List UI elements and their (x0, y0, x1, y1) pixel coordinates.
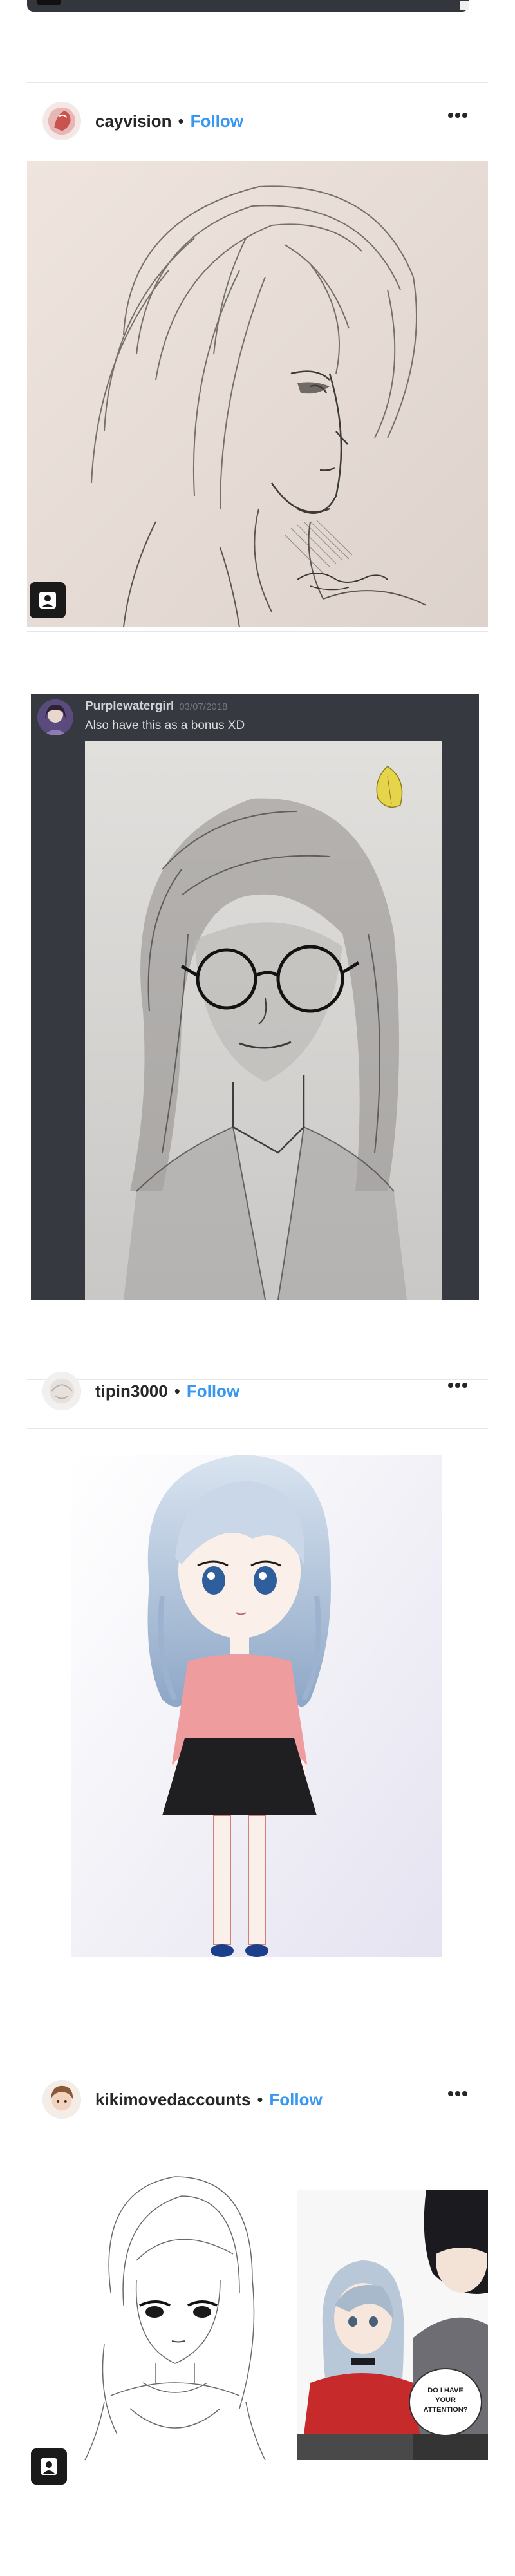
separator-dot: • (257, 2089, 263, 2109)
avatar[interactable] (42, 102, 81, 140)
user-tag-icon[interactable] (30, 582, 66, 618)
embedded-drawing (85, 741, 442, 1300)
user-tag-icon[interactable] (31, 2448, 67, 2485)
post-header: kikimovedaccounts • Follow (42, 2080, 467, 2119)
chat-message: Also have this as a bonus XD (85, 719, 245, 732)
more-options-icon[interactable] (448, 1383, 467, 1389)
follow-button[interactable]: Follow (191, 111, 243, 131)
chat-header: Purplewatergirl 03/07/2018 (85, 699, 227, 714)
previous-post-tag-icon (37, 0, 61, 5)
separator-dot: • (174, 1381, 180, 1401)
post-header: tipin3000 • Follow (42, 1372, 467, 1418)
avatar[interactable] (42, 2080, 81, 2119)
chat-avatar (37, 699, 73, 735)
speech-bubble-line-3: ATTENTION? (424, 2406, 468, 2414)
username[interactable]: tipin3000 (95, 1381, 168, 1401)
more-options-icon[interactable] (448, 113, 467, 119)
chat-author: Purplewatergirl (85, 699, 174, 713)
follow-button[interactable]: Follow (187, 1381, 239, 1401)
avatar[interactable] (42, 1372, 81, 1410)
post-header: cayvision • Follow (42, 102, 467, 140)
speech-bubble-line-2: YOUR (435, 2396, 456, 2404)
post-divider (27, 82, 488, 83)
previous-post-image-edge (27, 0, 469, 12)
chat-date: 03/07/2018 (179, 701, 228, 712)
username[interactable]: cayvision (95, 111, 172, 131)
post-image-anime-girl[interactable] (27, 1429, 488, 1996)
separator-dot: • (178, 111, 184, 131)
follow-button[interactable]: Follow (269, 2090, 322, 2110)
carousel-image-comic[interactable]: DO I HAVE YOUR ATTENTION? (297, 2190, 488, 2460)
chat-screenshot-image[interactable]: Purplewatergirl 03/07/2018 Also have this… (31, 694, 479, 1300)
speech-bubble-line-1: DO I HAVE (427, 2387, 463, 2394)
previous-post-corner (460, 1, 469, 10)
post-divider (27, 631, 488, 632)
username[interactable]: kikimovedaccounts (95, 2090, 250, 2110)
carousel-image-sketch[interactable] (27, 2151, 297, 2473)
more-options-icon[interactable] (448, 2091, 467, 2098)
post-image-sketch[interactable] (27, 161, 488, 627)
